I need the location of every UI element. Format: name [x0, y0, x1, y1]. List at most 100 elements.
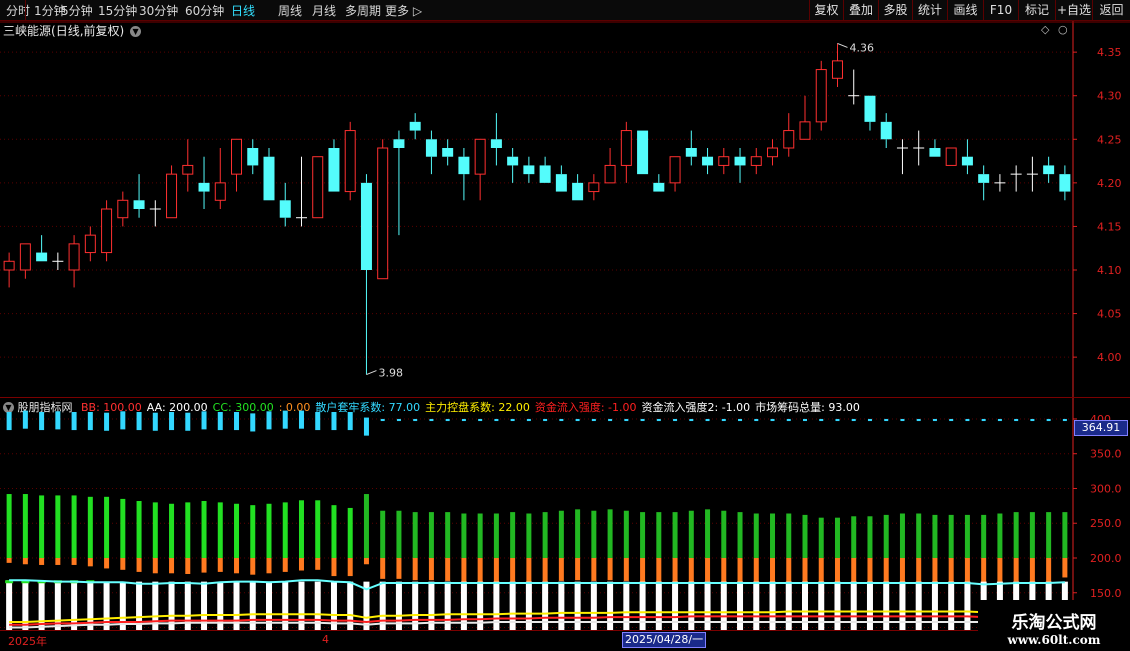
candle[interactable] [507, 148, 519, 183]
candle[interactable] [149, 200, 161, 227]
candle[interactable] [474, 138, 486, 201]
candle[interactable] [458, 148, 470, 201]
candle[interactable] [523, 156, 535, 183]
candle[interactable] [637, 130, 649, 175]
candle-body [702, 156, 714, 166]
tab-3[interactable]: 15分钟 [98, 2, 137, 19]
candle[interactable] [669, 156, 681, 192]
candle[interactable] [783, 113, 795, 157]
indicator-chart[interactable]: 400.350.0300.0250.0200.0150.0100.0 [0, 398, 1130, 631]
candle[interactable] [360, 174, 372, 375]
candle[interactable] [52, 252, 64, 270]
price-panel[interactable]: 三峡能源(日线,前复权) ▼ ◇ ○ 4.35 4.30 4.25 4.20 4.15 4… [0, 21, 1130, 397]
candle[interactable] [1043, 156, 1055, 183]
candle[interactable] [896, 139, 908, 175]
candle[interactable] [36, 235, 48, 262]
candle[interactable] [945, 147, 957, 166]
candle[interactable] [994, 174, 1006, 192]
toolbar-button-6[interactable]: 标记 [1018, 0, 1055, 20]
tab-7[interactable]: 周线 [278, 2, 302, 19]
candle[interactable] [231, 138, 243, 192]
orange-bar [899, 558, 905, 585]
candle[interactable] [880, 113, 892, 148]
candle[interactable] [978, 165, 990, 201]
candle[interactable] [604, 148, 616, 184]
candle[interactable] [198, 156, 210, 209]
candle[interactable] [767, 139, 779, 166]
candle[interactable] [718, 148, 730, 175]
green-bar [510, 512, 516, 558]
candle[interactable] [377, 139, 389, 280]
candle-body [783, 130, 795, 149]
candle-body [799, 121, 811, 140]
tab-9[interactable]: 多周期 [345, 2, 381, 19]
green-bar [477, 513, 483, 558]
toolbar-button-1[interactable]: 叠加 [843, 0, 878, 20]
tab-8[interactable]: 月线 [312, 2, 336, 19]
candle[interactable] [3, 252, 15, 288]
candle[interactable] [101, 200, 113, 262]
toolbar-button-8[interactable]: 返回 [1092, 0, 1130, 20]
candle[interactable] [750, 148, 762, 175]
candle[interactable] [393, 130, 405, 236]
candle[interactable] [1059, 165, 1071, 201]
candle[interactable] [68, 235, 80, 288]
candle[interactable] [555, 165, 567, 192]
candle[interactable] [166, 165, 178, 219]
candlestick-chart[interactable]: 4.35 4.30 4.25 4.20 4.15 4.10 4.05 4.00 4.36 3.98 [0, 21, 1130, 397]
candle[interactable] [653, 174, 665, 192]
candle[interactable] [848, 69, 860, 105]
candle[interactable] [831, 43, 843, 87]
candle[interactable] [19, 243, 31, 279]
orange-bar [87, 558, 93, 567]
candle[interactable] [702, 148, 714, 175]
candle[interactable] [734, 148, 746, 183]
candle[interactable] [117, 191, 129, 227]
candle[interactable] [263, 148, 275, 201]
candle[interactable] [864, 95, 876, 131]
candle[interactable] [214, 148, 226, 209]
toolbar-button-2[interactable]: 多股 [878, 0, 912, 20]
candle[interactable] [328, 139, 340, 192]
green-bar [169, 503, 175, 558]
tab-5[interactable]: 60分钟 [185, 2, 224, 19]
candle[interactable] [1010, 165, 1022, 192]
candle[interactable] [685, 130, 697, 166]
candle[interactable] [182, 139, 194, 192]
toolbar-button-3[interactable]: 统计 [912, 0, 947, 20]
candle[interactable] [929, 139, 941, 157]
candle[interactable] [279, 182, 291, 227]
tab-10[interactable]: 更多 ▷ [385, 2, 422, 19]
candle[interactable] [425, 130, 437, 175]
candle[interactable] [312, 156, 324, 219]
candle[interactable] [913, 130, 925, 166]
green-bar [526, 513, 532, 558]
toolbar-button-5[interactable]: F10 [983, 0, 1018, 20]
candle[interactable] [490, 113, 502, 166]
candle[interactable] [344, 121, 356, 201]
tab-4[interactable]: 30分钟 [139, 2, 178, 19]
candle[interactable] [295, 156, 307, 227]
candle[interactable] [84, 226, 96, 262]
candle[interactable] [588, 174, 600, 201]
tab-6[interactable]: 日线 [231, 2, 255, 19]
candle[interactable] [539, 156, 551, 183]
candle[interactable] [247, 139, 259, 175]
tab-0[interactable]: 分时 [6, 2, 30, 19]
toolbar-button-4[interactable]: 画线 [947, 0, 983, 20]
candle-body [328, 148, 340, 192]
candle[interactable] [442, 139, 454, 166]
candle[interactable] [620, 121, 632, 183]
candle[interactable] [133, 174, 145, 218]
candle[interactable] [1026, 156, 1038, 192]
toolbar-button-0[interactable]: 复权 [809, 0, 843, 20]
tab-2[interactable]: 5分钟 [61, 2, 93, 19]
white-bar [866, 581, 873, 631]
indicator-panel[interactable]: ▼ 股朋指标网 BB: 100.00 AA: 200.00 CC: 300.00: … [0, 397, 1130, 631]
candle[interactable] [815, 60, 827, 131]
candle[interactable] [409, 113, 421, 140]
toolbar-button-7[interactable]: +自选 [1055, 0, 1092, 20]
candle[interactable] [572, 174, 584, 201]
candle[interactable] [799, 95, 811, 140]
candle[interactable] [961, 139, 973, 175]
